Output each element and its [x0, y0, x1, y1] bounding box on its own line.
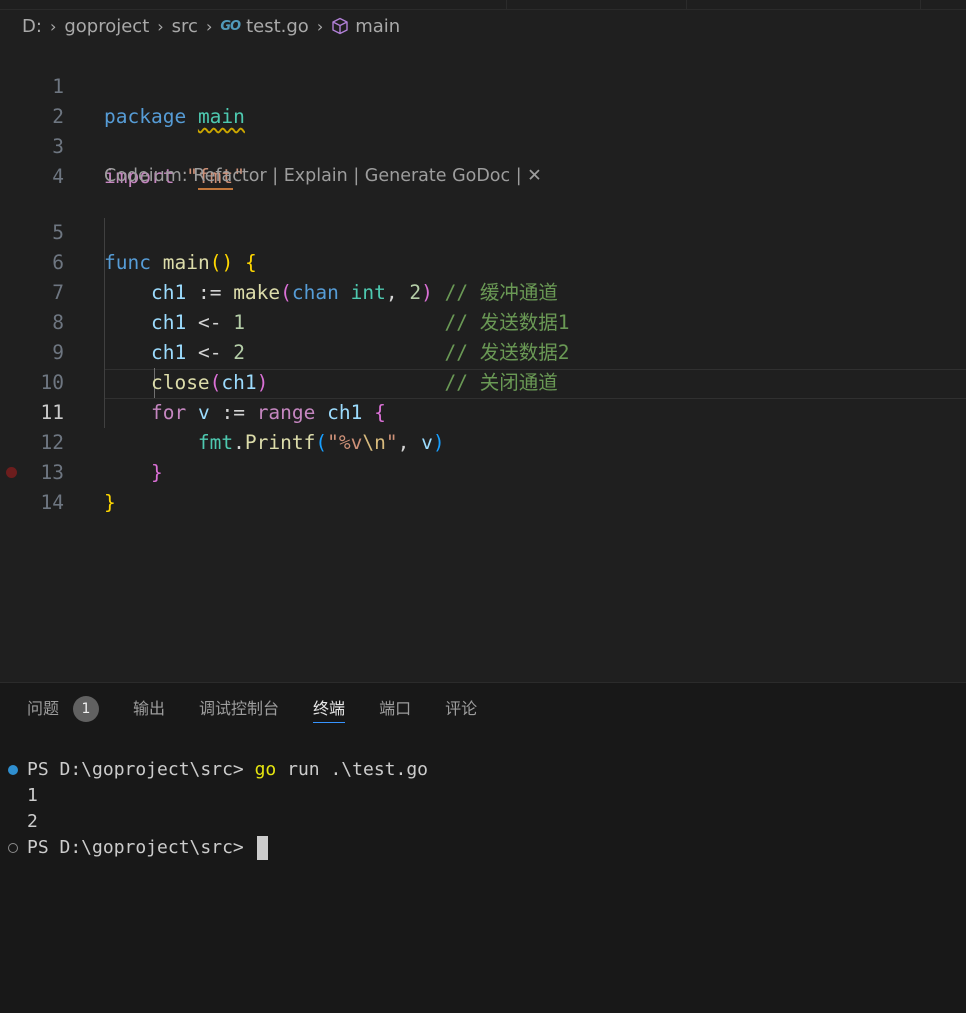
- code-line: 7 ch1 <- 1 // 发送数据1: [0, 248, 966, 334]
- tab-debug-console[interactable]: 调试控制台: [199, 683, 279, 735]
- chevron-right-icon: ›: [49, 16, 57, 36]
- breakpoint-hint-icon[interactable]: [6, 467, 17, 478]
- line-number: 14: [40, 491, 64, 514]
- terminal-command: go: [254, 759, 277, 780]
- panel-tabs: 问题 1 输出 调试控制台 终端 端口 评论: [0, 683, 484, 735]
- breadcrumb: D: › goproject › src › GO test.go › main: [22, 14, 400, 38]
- breadcrumb-symbol[interactable]: main: [355, 16, 400, 37]
- code-line: 8 ch1 <- 2 // 发送数据2: [0, 278, 966, 364]
- tab-label: 调试控制台: [199, 699, 280, 718]
- tab-ports[interactable]: 端口: [379, 683, 411, 735]
- terminal-cursor: [256, 836, 268, 860]
- tab-label: 输出: [133, 699, 166, 718]
- code-line: 4: [0, 132, 966, 188]
- tab-label: 问题: [27, 699, 60, 718]
- bracket: }: [104, 491, 116, 514]
- go-file-icon: GO: [220, 18, 241, 34]
- code-line: 13 }: [0, 428, 966, 514]
- code-line: 1 package main: [0, 42, 966, 128]
- breadcrumb-drive[interactable]: D:: [22, 16, 42, 37]
- breadcrumb-folder-src[interactable]: src: [172, 16, 198, 37]
- command-success-icon[interactable]: [8, 765, 18, 775]
- code-line: 10 for v := range ch1 {: [0, 338, 966, 424]
- code-editor[interactable]: 1 package main 2 3 import "fmt" 4 Codeiu…: [0, 42, 966, 682]
- terminal-line: PS D:\goproject\src> go run .\test.go: [27, 757, 428, 783]
- code-line: 2: [0, 72, 966, 128]
- cube-icon: [331, 17, 349, 35]
- chevron-right-icon: ›: [316, 16, 324, 36]
- tab-comments[interactable]: 评论: [445, 683, 477, 735]
- problems-count-badge: 1: [73, 696, 100, 722]
- bottom-panel: 问题 1 输出 调试控制台 终端 端口 评论 PS D:\goproject\s…: [0, 682, 966, 1013]
- tab-label: 端口: [379, 699, 412, 718]
- code-line: 12 }: [0, 398, 966, 484]
- code-line: 14: [0, 458, 966, 514]
- terminal-line: PS D:\goproject\src>: [27, 835, 268, 861]
- terminal-line: 1: [27, 785, 38, 806]
- editor-tab-strip: [0, 0, 966, 10]
- tab-problems[interactable]: 问题 1: [27, 683, 100, 735]
- chevron-right-icon: ›: [157, 16, 164, 36]
- chevron-right-icon: ›: [205, 16, 213, 36]
- tab-label: 终端: [313, 699, 346, 718]
- terminal-prompt: PS D:\goproject\src>: [27, 759, 244, 780]
- tab-output[interactable]: 输出: [133, 683, 165, 735]
- code-line: 3 import "fmt": [0, 102, 966, 190]
- terminal-line: 2: [27, 811, 38, 832]
- codeium-codelens[interactable]: Codeium: Refactor | Explain | Generate G…: [104, 164, 542, 188]
- terminal-prompt: PS D:\goproject\src>: [27, 837, 244, 858]
- code-line-current: 11 fmt.Printf("%v\n", v): [0, 368, 966, 454]
- code-line: 6 ch1 := make(chan int, 2) // 缓冲通道: [0, 218, 966, 304]
- tab-terminal[interactable]: 终端: [313, 683, 346, 735]
- breadcrumb-folder-goproject[interactable]: goproject: [64, 16, 149, 37]
- code-line: 5 func main() {: [0, 188, 966, 274]
- breadcrumb-file[interactable]: test.go: [246, 16, 309, 37]
- tab-label: 评论: [445, 699, 478, 718]
- terminal-args: run .\test.go: [287, 759, 429, 780]
- code-line: 9 close(ch1) // 关闭通道: [0, 308, 966, 394]
- command-idle-icon: [8, 843, 18, 853]
